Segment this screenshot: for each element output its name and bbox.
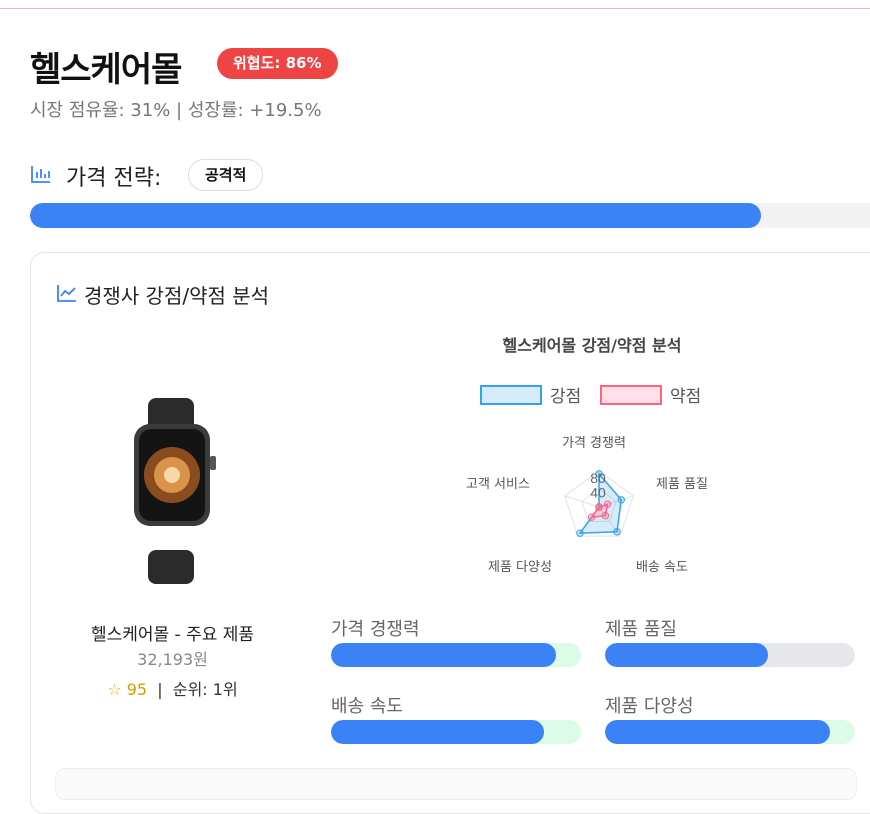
legend-weakness-label[interactable]: 약점 — [670, 382, 701, 407]
pricing-level-bar — [30, 203, 870, 228]
legend-strength-swatch[interactable] — [480, 385, 542, 405]
line-chart-icon — [57, 285, 76, 302]
strategy-badge: 공격적 — [188, 159, 264, 191]
metric-label: 배송 속도 — [331, 696, 403, 717]
metric-bar — [331, 643, 581, 667]
market-subtitle: 시장 점유율: 31% | 성장률: +19.5% — [30, 100, 322, 121]
product-rank: 순위: 1위 — [172, 680, 238, 699]
analysis-title: 경쟁사 강점/약점 분석 — [84, 284, 270, 308]
metric-label: 제품 다양성 — [605, 696, 694, 717]
product-rating: 95 — [126, 680, 148, 699]
radar-point[interactable] — [576, 529, 584, 537]
legend-strength-label[interactable]: 강점 — [550, 382, 581, 407]
radar-point[interactable] — [601, 512, 610, 520]
radar-axis-label-quality: 제품 품질 — [656, 477, 708, 492]
product-name: 헬스케어몰 - 주요 제품 — [90, 625, 255, 645]
next-card — [55, 768, 857, 800]
smartwatch-image — [134, 398, 216, 584]
pricing-level-fill — [30, 203, 761, 228]
radar-point[interactable] — [587, 513, 596, 521]
bar-chart-icon — [31, 166, 50, 183]
metric-bar-fill — [331, 643, 556, 667]
metric-bar — [331, 720, 581, 744]
radar-axis-label-variety: 제품 다양성 — [488, 560, 552, 575]
meta-separator: | — [157, 680, 163, 699]
product-meta: ☆ 95 | 순위: 1위 — [30, 676, 315, 700]
metric-bar — [605, 643, 855, 667]
star-icon: ☆ — [107, 680, 122, 699]
radar-axis-label-delivery: 배송 속도 — [636, 560, 688, 575]
metric-label: 제품 품질 — [605, 619, 677, 640]
pricing-strategy-title: 가격 전략: — [66, 166, 162, 191]
chart-title: 헬스케어몰 강점/약점 분석 — [502, 336, 682, 355]
metric-bar-fill — [605, 720, 830, 744]
metric-bar — [605, 720, 855, 744]
metric-label: 가격 경쟁력 — [331, 619, 420, 640]
radar-point[interactable] — [595, 503, 603, 511]
top-divider — [0, 8, 870, 9]
radar-point[interactable] — [613, 528, 621, 536]
radar-point[interactable] — [603, 500, 612, 508]
threat-badge: 위협도: 86% — [217, 48, 338, 79]
page-title: 헬스케어몰 — [30, 50, 182, 90]
metric-bar-fill — [605, 643, 768, 667]
legend-weakness-swatch[interactable] — [600, 385, 662, 405]
radar-tick-label: 40 — [590, 485, 606, 501]
metric-bar-fill — [331, 720, 544, 744]
radar-chart: 8040 — [564, 470, 634, 537]
radar-axis-label-service: 고객 서비스 — [466, 477, 530, 492]
radar-point[interactable] — [617, 496, 625, 504]
radar-axis-label-price: 가격 경쟁력 — [562, 436, 626, 451]
product-price: 32,193원 — [137, 650, 208, 669]
